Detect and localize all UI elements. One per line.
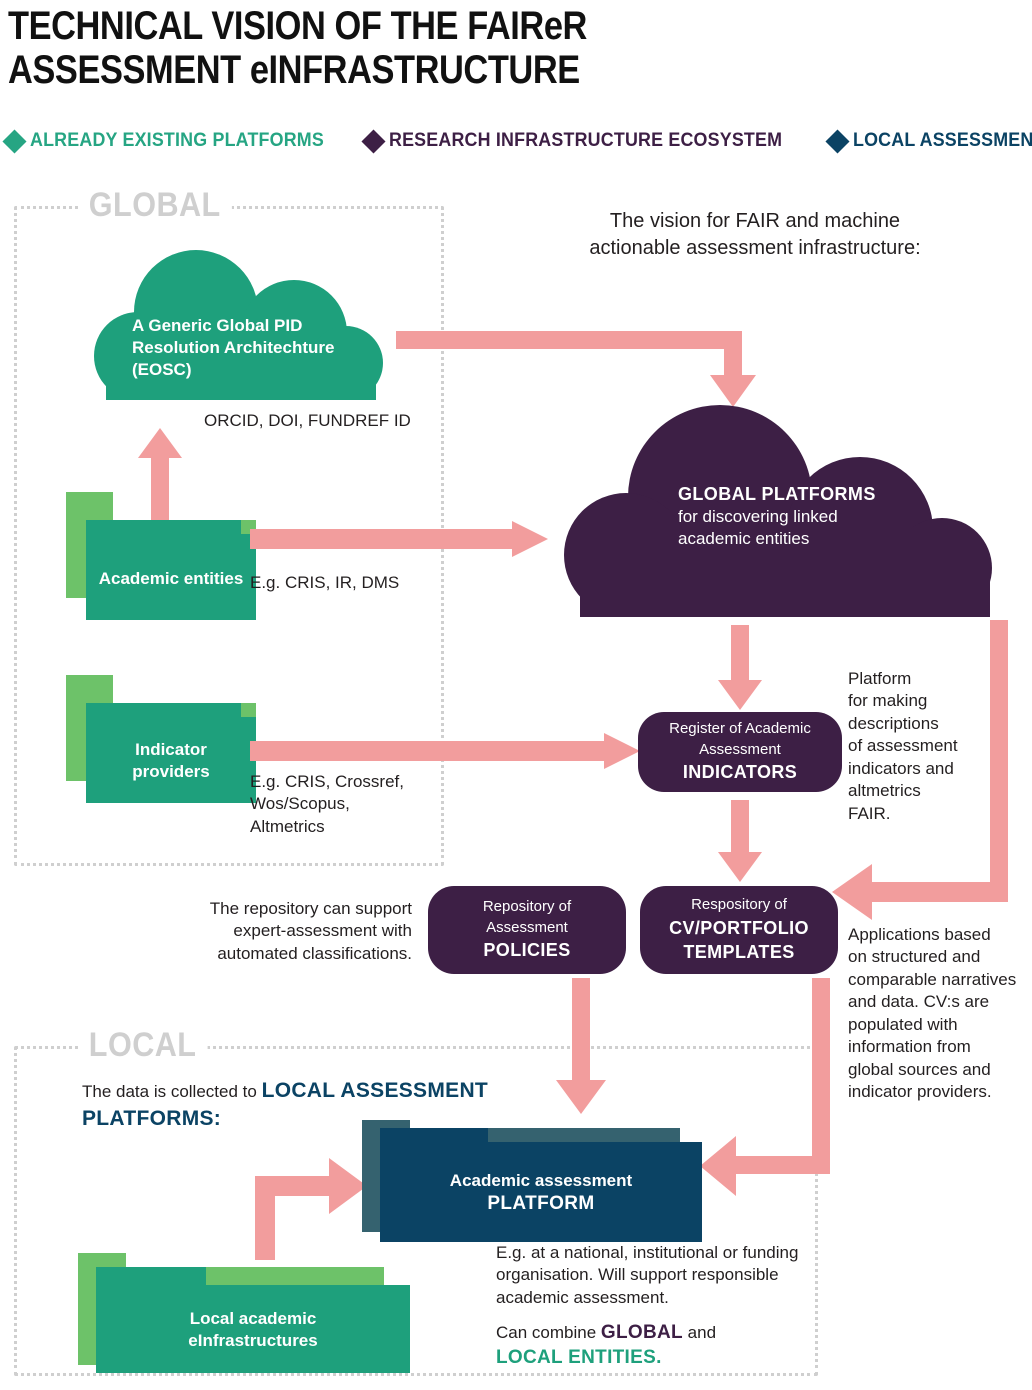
applications-based-annotation: Applications based on structured and com… — [848, 925, 1017, 1102]
academic-entities-label: Academic entities — [98, 569, 244, 588]
repository-policies-text: Repository of Assessment POLICIES — [483, 897, 571, 963]
title-line-2: ASSESSMENT eINFRASTRUCTURE — [8, 48, 580, 92]
indicator-providers-line-2: providers — [132, 761, 210, 781]
legend-item-research-infrastructure: RESEARCH INFRASTRUCTURE ECOSYSTEM — [361, 128, 807, 154]
register-indicators-pill[interactable]: Register of Academic Assessment INDICATO… — [638, 712, 842, 792]
academic-assessment-platform-label: Academic assessment PLATFORM — [380, 1170, 702, 1216]
cv-line-1: Respository of — [691, 895, 787, 913]
register-strong: INDICATORS — [682, 762, 798, 783]
caption-line-2: Wos/Scopus, — [250, 794, 350, 814]
arrow-entities-to-platforms — [250, 521, 548, 557]
title-line-1: TECHNICAL VISION OF THE FAIReR — [8, 4, 587, 48]
register-indicators-text: Register of Academic Assessment INDICATO… — [669, 719, 811, 785]
intro-line-2: actionable assessment infrastructure: — [589, 236, 921, 259]
combine-global: GLOBAL — [600, 1322, 683, 1343]
platform-caption-line-2: organisation. Will support responsible — [496, 1265, 779, 1285]
arrow-right-loop-to-cv — [832, 620, 1008, 920]
pid-cloud-line-1: A Generic Global PID — [132, 316, 303, 335]
global-platforms-line-3: academic entities — [678, 529, 810, 549]
local-einfrastructures-label: Local academic eInfrastructures — [96, 1308, 410, 1352]
global-platforms-cloud: GLOBAL PLATFORMS for discovering linked … — [560, 405, 1010, 617]
global-platforms-text: GLOBAL PLATFORMS for discovering linked … — [678, 483, 876, 551]
combine-entities-text: Can combine GLOBAL and LOCAL ENTITIES. — [496, 1320, 836, 1370]
caption-line-3: Altmetrics — [250, 816, 325, 836]
indicator-providers-line-1: Indicator — [135, 740, 207, 759]
policies-strong: POLICIES — [483, 940, 571, 961]
platform-caption-line-3: academic assessment. — [496, 1287, 669, 1307]
global-platforms-title: GLOBAL PLATFORMS — [678, 484, 876, 504]
combine-line-1: Can combine GLOBAL and — [496, 1320, 836, 1345]
arrow-entities-to-pid — [138, 428, 182, 522]
diamond-icon — [2, 128, 27, 154]
infographic-canvas: TECHNICAL VISION OF THE FAIReR ASSESSMEN… — [0, 0, 1032, 1390]
pid-caption: ORCID, DOI, FUNDREF ID — [204, 411, 411, 430]
local-zone-label: LOCAL — [78, 1026, 208, 1065]
caption-line-1: E.g. CRIS, Crossref, — [250, 772, 404, 791]
intro-line-1: The vision for FAIR and machine — [609, 210, 901, 232]
platform-caption-line-1: E.g. at a national, institutional or fun… — [496, 1243, 799, 1262]
pid-resolution-cloud: A Generic Global PID Resolution Architec… — [66, 250, 406, 400]
page-title: TECHNICAL VISION OF THE FAIReR ASSESSMEN… — [8, 4, 782, 92]
repository-cv-text: Respository of CV/PORTFOLIO TEMPLATES — [669, 895, 809, 965]
repository-cv-templates-pill[interactable]: Respository of CV/PORTFOLIO TEMPLATES — [640, 886, 838, 974]
einfra-line-1: Local academic — [189, 1309, 317, 1328]
combine-prefix: Can combine — [496, 1323, 597, 1342]
legend: ALREADY EXISTING PLATFORMS RESEARCH INFR… — [2, 128, 1032, 154]
register-line-1: Register of Academic — [669, 719, 811, 737]
pid-cloud-line-2: Resolution Architechture — [132, 338, 335, 358]
combine-and: and — [687, 1323, 717, 1342]
local-platform-caption: E.g. at a national, institutional or fun… — [496, 1242, 826, 1309]
einfra-line-2: eInfrastructures — [188, 1330, 318, 1350]
collected-prefix: The data is collected to — [82, 1082, 257, 1101]
legend-label: RESEARCH INFRASTRUCTURE ECOSYSTEM — [388, 130, 782, 151]
combine-line-2: LOCAL ENTITIES. — [496, 1345, 836, 1370]
platform-line-2: PLATFORM — [487, 1192, 595, 1214]
arrow-platforms-to-register — [718, 625, 762, 710]
arrow-cv-to-local-platform — [700, 978, 830, 1196]
indicator-providers-label: Indicator providers — [86, 739, 256, 783]
arrow-pid-to-global-platforms — [396, 331, 756, 415]
platform-line-1: Academic assessment — [449, 1171, 633, 1190]
arrow-einfra-to-local-platform — [255, 1148, 367, 1260]
academic-entities-caption: E.g. CRIS, IR, DMS — [250, 573, 400, 592]
legend-label: LOCAL ASSESSMENT PLATTFORMS — [853, 130, 1032, 151]
pid-cloud-line-3: (EOSC) — [132, 360, 192, 380]
legend-item-existing-platforms: ALREADY EXISTING PLATFORMS — [2, 128, 343, 154]
global-platforms-line-2: for discovering linked — [678, 507, 838, 527]
cv-strong-1: CV/PORTFOLIO — [669, 917, 809, 938]
diamond-icon — [825, 128, 850, 154]
repository-policies-pill[interactable]: Repository of Assessment POLICIES — [428, 886, 626, 974]
arrow-providers-to-register — [250, 733, 640, 769]
cv-strong-2: TEMPLATES — [683, 942, 795, 963]
global-zone-label: GLOBAL — [78, 186, 232, 225]
pid-cloud-text: A Generic Global PID Resolution Architec… — [132, 315, 334, 381]
arrow-register-to-cv — [718, 800, 762, 882]
repository-support-annotation: The repository can support expert-assess… — [209, 899, 412, 963]
register-line-2: Assessment — [699, 740, 781, 758]
diamond-icon — [361, 128, 386, 154]
legend-label: ALREADY EXISTING PLATFORMS — [30, 130, 324, 151]
policies-line-1: Repository of — [482, 897, 572, 915]
policies-line-2: Assessment — [486, 918, 568, 936]
combine-local: LOCAL ENTITIES. — [496, 1347, 662, 1369]
intro-text: The vision for FAIR and machine actionab… — [520, 208, 990, 261]
indicator-providers-caption: E.g. CRIS, Crossref, Wos/Scopus, Altmetr… — [250, 771, 404, 838]
legend-item-local-assessment: LOCAL ASSESSMENT PLATTFORMS — [825, 128, 1032, 154]
data-collected-text: The data is collected to LOCAL ASSESSMEN… — [82, 1077, 602, 1132]
